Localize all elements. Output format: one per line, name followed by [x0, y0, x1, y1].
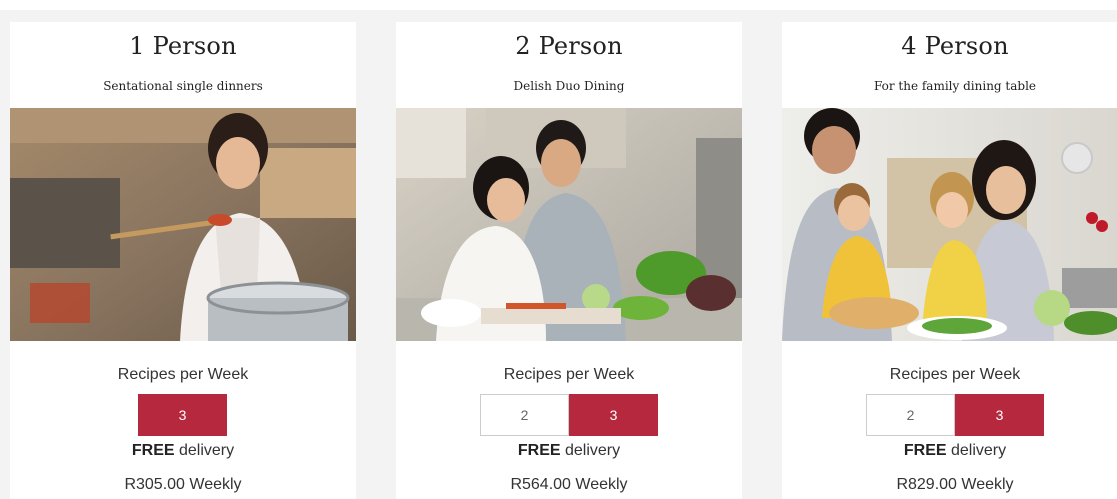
plan-price: R305.00 Weekly: [124, 476, 242, 493]
recipes-option-group: 3: [138, 394, 227, 436]
plan-price: R829.00 Weekly: [896, 476, 1014, 493]
plan-title: 1 Person: [129, 32, 237, 60]
recipes-option-2[interactable]: 2: [866, 394, 955, 436]
delivery-text: delivery: [178, 442, 235, 459]
plan-card-4-person: 4 Person For the family dining table Rec…: [782, 22, 1117, 499]
delivery-info: FREE delivery: [10, 442, 356, 460]
plan-subtitle: Delish Duo Dining: [513, 79, 625, 93]
plan-subtitle: For the family dining table: [873, 79, 1037, 93]
recipes-option-2[interactable]: 2: [480, 394, 569, 436]
delivery-info: FREE delivery: [396, 442, 742, 460]
recipes-option-group: 2 3: [480, 394, 658, 436]
recipes-per-week-label: Recipes per Week: [503, 366, 635, 383]
plan-title: 2 Person: [515, 32, 623, 60]
plan-photo: [396, 108, 742, 341]
recipes-option-3[interactable]: 3: [955, 394, 1044, 436]
plan-card-1-person: 1 Person Sentational single dinners Reci…: [10, 22, 356, 499]
plan-card-2-person: 2 Person Delish Duo Dining Recipes per W…: [396, 22, 742, 499]
top-band: [0, 0, 1117, 10]
delivery-text: delivery: [564, 442, 621, 459]
delivery-free-label: FREE: [131, 442, 175, 459]
plan-title: 4 Person: [901, 32, 1009, 60]
recipes-option-group: 2 3: [866, 394, 1044, 436]
plan-subtitle: Sentational single dinners: [103, 79, 263, 93]
plan-photo: [782, 108, 1117, 341]
delivery-info: FREE delivery: [782, 442, 1117, 460]
recipes-option-3[interactable]: 3: [138, 394, 227, 436]
delivery-free-label: FREE: [517, 442, 561, 459]
recipes-per-week-label: Recipes per Week: [117, 366, 249, 383]
recipes-option-3[interactable]: 3: [569, 394, 658, 436]
recipes-per-week-label: Recipes per Week: [889, 366, 1021, 383]
delivery-text: delivery: [950, 442, 1007, 459]
delivery-free-label: FREE: [903, 442, 947, 459]
plan-photo: [10, 108, 356, 341]
plan-price: R564.00 Weekly: [510, 476, 628, 493]
